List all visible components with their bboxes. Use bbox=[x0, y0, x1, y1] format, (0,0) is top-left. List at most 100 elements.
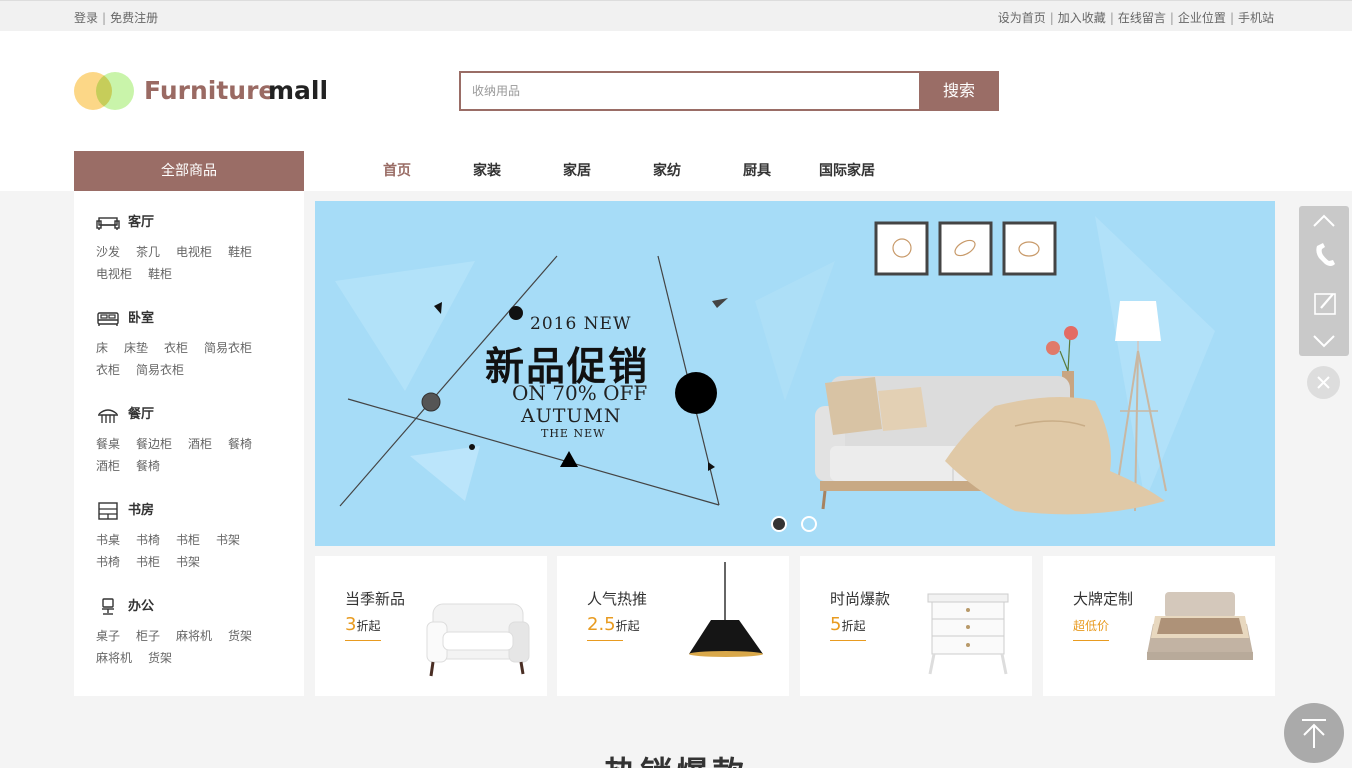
discount-suffix: 折起 bbox=[356, 619, 381, 633]
category-link[interactable]: 书架 bbox=[216, 529, 240, 551]
promo-card-popular[interactable]: 人气热推 2.5折起 bbox=[557, 556, 789, 696]
main-nav: 首页 家装 家居 家纺 厨具 国际家居 bbox=[352, 151, 892, 191]
promo-banner[interactable]: 2016 NEW 新品促销 ON 70% OFF AUTUMN THE NEW bbox=[315, 201, 1275, 546]
banner-line-offer: ON 70% OFF bbox=[512, 381, 648, 405]
discount-number: 2.5 bbox=[587, 614, 616, 635]
category-link[interactable]: 货架 bbox=[228, 625, 252, 647]
logo-word-furniture: Furniture bbox=[144, 76, 276, 105]
message-link[interactable]: 在线留言 bbox=[1118, 11, 1166, 25]
scroll-down-icon[interactable] bbox=[1299, 326, 1349, 356]
category-heading[interactable]: 客厅 bbox=[96, 213, 296, 233]
top-bar-right: 设为首页 | 加入收藏 | 在线留言 | 企业位置 | 手机站 bbox=[997, 11, 1274, 25]
underline-divider bbox=[1073, 640, 1109, 641]
sofa-icon bbox=[96, 216, 120, 230]
discount-number: 3 bbox=[345, 614, 357, 635]
login-link[interactable]: 登录 bbox=[74, 11, 98, 25]
back-to-top-button[interactable] bbox=[1284, 703, 1344, 763]
promo-card-trending[interactable]: 时尚爆款 5折起 bbox=[800, 556, 1032, 696]
category-link[interactable]: 沙发 bbox=[96, 241, 120, 263]
bed-icon bbox=[97, 311, 119, 326]
category-link[interactable]: 餐椅 bbox=[228, 433, 252, 455]
category-heading[interactable]: 书房 bbox=[96, 501, 296, 521]
underline-divider bbox=[345, 640, 381, 641]
category-link[interactable]: 书柜 bbox=[136, 551, 160, 573]
category-link[interactable]: 酒柜 bbox=[96, 455, 120, 477]
category-links: 桌子 柜子 麻将机 货架麻将机 货架 bbox=[96, 625, 286, 669]
phone-icon[interactable] bbox=[1299, 238, 1349, 274]
category-link[interactable]: 书柜 bbox=[176, 529, 200, 551]
category-link[interactable]: 床 bbox=[96, 337, 108, 359]
category-bedroom: 卧室 床床垫 衣柜 简易衣柜衣柜 简易衣柜 bbox=[96, 309, 296, 381]
category-link[interactable]: 书椅 bbox=[96, 551, 120, 573]
category-link[interactable]: 书架 bbox=[176, 551, 200, 573]
scroll-up-icon[interactable] bbox=[1299, 206, 1349, 236]
category-link[interactable]: 桌子 bbox=[96, 625, 120, 647]
underline-divider bbox=[587, 640, 623, 641]
all-goods-button[interactable]: 全部商品 bbox=[74, 151, 304, 191]
category-link[interactable]: 鞋柜 bbox=[228, 241, 252, 263]
carousel-dot-2[interactable] bbox=[801, 516, 817, 532]
banner-text: 2016 NEW 新品促销 ON 70% OFF AUTUMN THE NEW bbox=[315, 201, 835, 546]
category-link[interactable]: 柜子 bbox=[136, 625, 160, 647]
office-chair-icon bbox=[102, 597, 114, 615]
category-link[interactable]: 麻将机 bbox=[176, 625, 212, 647]
discount-suffix: 折起 bbox=[615, 619, 640, 633]
favorite-link[interactable]: 加入收藏 bbox=[1058, 11, 1106, 25]
category-link[interactable]: 鞋柜 bbox=[148, 263, 172, 285]
mobile-link[interactable]: 手机站 bbox=[1238, 11, 1274, 25]
nav-home[interactable]: 首页 bbox=[352, 151, 442, 191]
close-icon bbox=[1317, 376, 1330, 389]
category-link[interactable]: 餐桌 bbox=[96, 433, 120, 455]
promo-card-discount: 3折起 bbox=[345, 614, 380, 635]
category-link[interactable]: 电视柜 bbox=[176, 241, 212, 263]
category-name: 客厅 bbox=[128, 215, 155, 230]
edit-message-icon[interactable] bbox=[1299, 286, 1349, 322]
category-office: 办公 桌子 柜子 麻将机 货架麻将机 货架 bbox=[96, 597, 296, 669]
promo-card-title: 时尚爆款 bbox=[830, 590, 891, 608]
category-link[interactable]: 简易衣柜 bbox=[204, 337, 252, 359]
category-link[interactable]: 书椅 bbox=[136, 529, 160, 551]
nav-international[interactable]: 国际家居 bbox=[802, 151, 892, 191]
category-link[interactable]: 床垫 bbox=[124, 337, 148, 359]
category-heading[interactable]: 卧室 bbox=[96, 309, 296, 329]
promo-card-discount: 超低价 bbox=[1073, 614, 1109, 635]
category-name: 卧室 bbox=[128, 311, 155, 326]
category-link[interactable]: 书桌 bbox=[96, 529, 120, 551]
bed-image bbox=[1147, 592, 1253, 660]
nav-home-furnishing[interactable]: 家居 bbox=[532, 151, 622, 191]
close-toolbar-button[interactable] bbox=[1307, 366, 1340, 399]
carousel-dot-1[interactable] bbox=[771, 516, 787, 532]
category-dining-room: 餐厅 餐桌 餐边柜 酒柜 餐椅酒柜 餐椅 bbox=[96, 405, 296, 477]
top-bar-left: 登录 | 免费注册 bbox=[74, 11, 159, 25]
category-link[interactable]: 电视柜 bbox=[96, 263, 132, 285]
search-input[interactable] bbox=[461, 73, 921, 109]
category-links: 书桌 书椅 书柜 书架书椅 书柜 书架 bbox=[96, 529, 286, 573]
promo-card-title: 大牌定制 bbox=[1073, 590, 1134, 608]
category-name: 书房 bbox=[128, 503, 155, 518]
category-link[interactable]: 货架 bbox=[148, 647, 172, 669]
search-button[interactable]: 搜索 bbox=[919, 71, 999, 111]
nav-kitchenware[interactable]: 厨具 bbox=[712, 151, 802, 191]
category-link[interactable]: 衣柜 bbox=[96, 359, 120, 381]
location-link[interactable]: 企业位置 bbox=[1178, 11, 1226, 25]
category-link[interactable]: 茶几 bbox=[136, 241, 160, 263]
category-link[interactable]: 餐椅 bbox=[136, 455, 160, 477]
category-name: 办公 bbox=[128, 599, 155, 614]
set-home-link[interactable]: 设为首页 bbox=[998, 11, 1046, 25]
category-link[interactable]: 餐边柜 bbox=[136, 433, 172, 455]
category-link[interactable]: 麻将机 bbox=[96, 647, 132, 669]
promo-card-custom[interactable]: 大牌定制 超低价 bbox=[1043, 556, 1275, 696]
category-link[interactable]: 衣柜 bbox=[164, 337, 188, 359]
category-links: 床床垫 衣柜 简易衣柜衣柜 简易衣柜 bbox=[96, 337, 286, 381]
category-name: 餐厅 bbox=[128, 407, 155, 422]
category-link[interactable]: 简易衣柜 bbox=[136, 359, 184, 381]
nav-textiles[interactable]: 家纺 bbox=[622, 151, 712, 191]
category-link[interactable]: 酒柜 bbox=[188, 433, 212, 455]
category-heading[interactable]: 餐厅 bbox=[96, 405, 296, 425]
floating-toolbar bbox=[1299, 206, 1349, 356]
promo-card-new-season[interactable]: 当季新品 3折起 bbox=[315, 556, 547, 696]
register-link[interactable]: 免费注册 bbox=[110, 11, 158, 25]
nav-decoration[interactable]: 家装 bbox=[442, 151, 532, 191]
logo[interactable]: Furniture mall bbox=[74, 72, 334, 112]
category-heading[interactable]: 办公 bbox=[96, 597, 296, 617]
